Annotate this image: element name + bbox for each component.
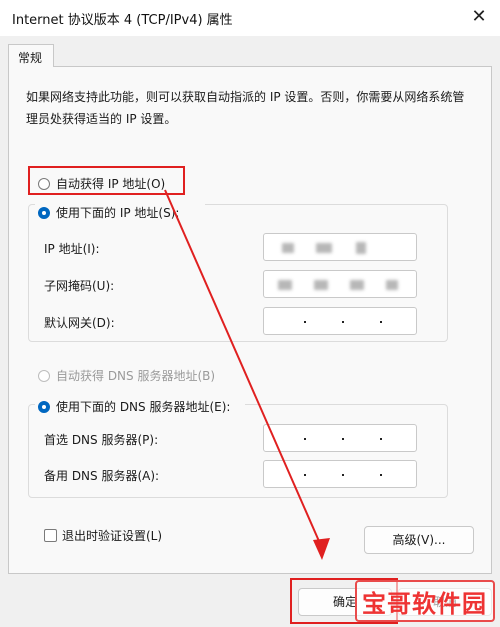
- tab-general[interactable]: 常规: [8, 44, 54, 67]
- watermark-text: 宝哥软件园: [362, 590, 487, 618]
- tab-general-label: 常规: [18, 51, 43, 65]
- red-arrow-annotation: [164, 189, 330, 560]
